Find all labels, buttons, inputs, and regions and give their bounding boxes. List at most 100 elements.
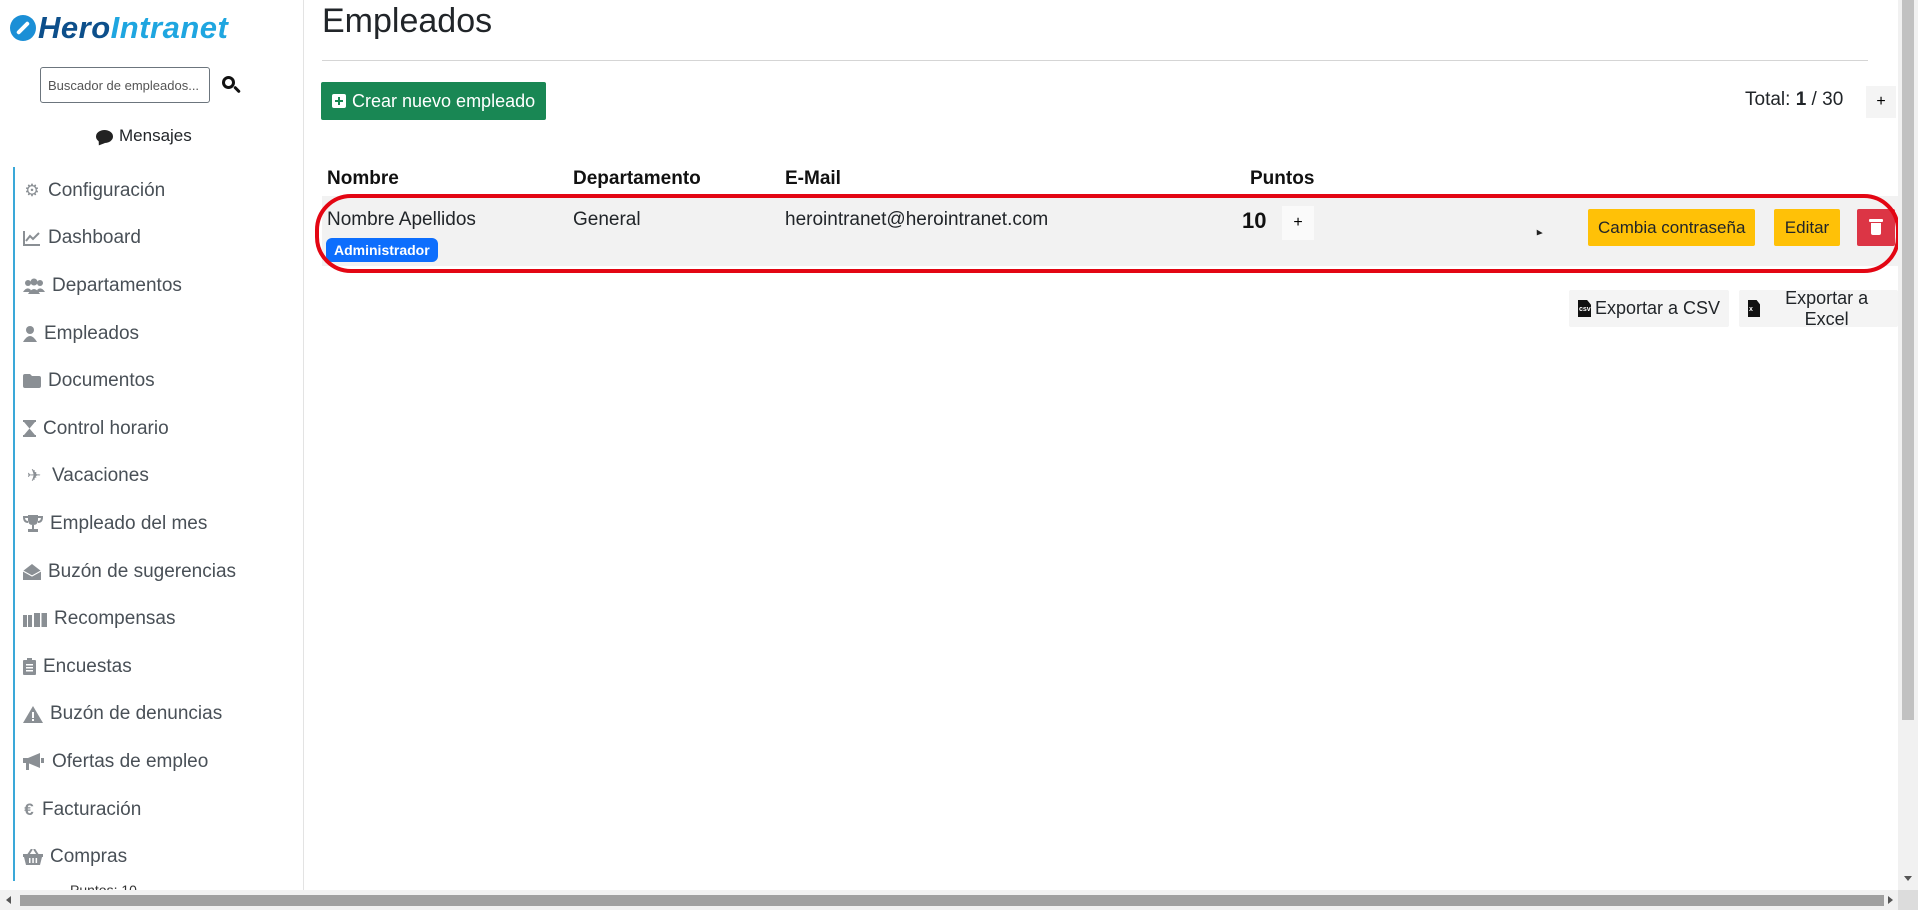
page-title: Empleados xyxy=(322,2,493,40)
title-divider xyxy=(322,60,1868,61)
scroll-down-arrow-icon[interactable] xyxy=(1904,876,1912,881)
increase-limit-button[interactable]: + xyxy=(1866,86,1896,118)
main-content: Empleados Crear nuevo empleado Total: 1 … xyxy=(315,0,1900,890)
horizontal-scrollbar[interactable] xyxy=(0,890,1918,910)
total-max: 30 xyxy=(1822,89,1844,110)
sidebar-item-encuestas[interactable]: Encuestas xyxy=(13,642,303,691)
total-prefix: Total: xyxy=(1745,89,1796,110)
sidebar-item-label: Buzón de denuncias xyxy=(50,703,223,725)
gifts-icon xyxy=(23,610,47,628)
vertical-scrollbar[interactable] xyxy=(1898,0,1918,890)
envelope-open-icon xyxy=(23,563,41,581)
create-employee-label: Crear nuevo empleado xyxy=(352,90,536,111)
logo-text-intranet: Intranet xyxy=(110,10,229,45)
trash-icon xyxy=(1869,219,1883,236)
euro-icon: € xyxy=(24,799,34,819)
hourglass-icon xyxy=(23,420,36,438)
trophy-icon xyxy=(23,515,43,533)
sidebar-item-ofertas-empleo[interactable]: Ofertas de empleo xyxy=(13,738,303,786)
sidebar-item-label: Vacaciones xyxy=(52,465,149,487)
column-header-email[interactable]: E-Mail xyxy=(785,168,841,190)
file-excel-icon: x xyxy=(1748,300,1761,317)
warning-icon xyxy=(23,705,43,723)
export-excel-label: Exportar a Excel xyxy=(1785,287,1869,329)
export-excel-button[interactable]: x Exportar a Excel xyxy=(1739,287,1898,329)
sidebar-item-label: Ofertas de empleo xyxy=(52,750,209,772)
vertical-scroll-thumb[interactable] xyxy=(1902,0,1914,720)
plane-icon: ✈ xyxy=(26,466,42,486)
logo-text-hero: Hero xyxy=(38,10,111,45)
employee-total: Total: 1 / 30 xyxy=(1745,89,1843,111)
gear-icon: ⚙ xyxy=(24,180,40,200)
sidebar-item-buzon-denuncias[interactable]: Buzón de denuncias xyxy=(13,690,303,739)
sidebar-item-label: Configuración xyxy=(48,179,166,201)
sidebar-item-facturacion[interactable]: € Facturación xyxy=(13,785,303,834)
scroll-left-arrow-icon[interactable] xyxy=(6,896,11,904)
sidebar-item-dashboard[interactable]: Dashboard xyxy=(13,214,303,263)
search-icon[interactable] xyxy=(220,74,242,96)
table-row: Nombre Apellidos Administrador General h… xyxy=(322,196,1898,266)
sidebar-item-label: Control horario xyxy=(43,417,169,439)
sidebar-item-empleado-del-mes[interactable]: Empleado del mes xyxy=(13,500,303,548)
column-header-department[interactable]: Departamento xyxy=(573,168,701,190)
change-password-button[interactable]: Cambia contraseña xyxy=(1588,209,1756,246)
column-header-name[interactable]: Nombre xyxy=(327,168,399,190)
employee-email: herointranet@herointranet.com xyxy=(785,209,1049,230)
sidebar-nav: ⚙ Configuración Dashboard Departamentos xyxy=(13,167,303,881)
sidebar-item-label: Departamentos xyxy=(52,274,182,296)
clipboard-list-icon xyxy=(23,658,36,676)
users-icon xyxy=(23,277,45,295)
messages-link[interactable]: Mensajes xyxy=(96,126,192,146)
sidebar-item-label: Empleado del mes xyxy=(50,512,208,534)
horizontal-scroll-thumb[interactable] xyxy=(20,895,1884,906)
sidebar: Hero Intranet Mensajes ⚙ Configuración D… xyxy=(0,0,304,890)
scrollbar-corner xyxy=(1898,890,1918,910)
sidebar-item-vacaciones[interactable]: ✈ Vacaciones xyxy=(13,452,303,501)
sidebar-item-departamentos[interactable]: Departamentos xyxy=(13,262,303,310)
megaphone-icon xyxy=(23,753,45,771)
sidebar-item-label: Buzón de sugerencias xyxy=(48,560,237,582)
add-points-button[interactable]: + xyxy=(1282,206,1314,240)
total-current: 1 xyxy=(1795,89,1807,110)
app-window: Hero Intranet Mensajes ⚙ Configuración D… xyxy=(0,0,1918,910)
brand-logo[interactable]: Hero Intranet xyxy=(10,10,228,46)
sidebar-item-configuracion[interactable]: ⚙ Configuración xyxy=(13,167,303,215)
sidebar-item-label: Recompensas xyxy=(54,608,176,630)
sidebar-item-documentos[interactable]: Documentos xyxy=(13,357,303,405)
folder-icon xyxy=(23,372,41,390)
sidebar-item-empleados[interactable]: Empleados xyxy=(13,309,303,358)
export-csv-button[interactable]: csv Exportar a CSV xyxy=(1569,290,1730,327)
sidebar-item-recompensas[interactable]: Recompensas xyxy=(13,595,303,643)
column-header-points[interactable]: Puntos xyxy=(1250,168,1314,190)
role-badge: Administrador xyxy=(326,238,438,262)
sidebar-item-buzon-sugerencias[interactable]: Buzón de sugerencias xyxy=(13,547,303,596)
sidebar-item-label: Dashboard xyxy=(48,227,141,249)
employee-points: 10 xyxy=(1242,208,1267,233)
sidebar-item-label: Documentos xyxy=(48,370,155,392)
logo-icon xyxy=(10,15,36,41)
sidebar-item-control-horario[interactable]: Control horario xyxy=(13,404,303,453)
plus-square-icon xyxy=(332,94,346,108)
sidebar-item-label: Facturación xyxy=(42,798,142,820)
file-csv-icon: csv xyxy=(1578,300,1591,317)
create-employee-button[interactable]: Crear nuevo empleado xyxy=(321,82,547,120)
chart-line-icon xyxy=(23,229,41,247)
total-separator: / xyxy=(1806,89,1823,110)
sidebar-item-label: Compras xyxy=(50,846,128,868)
employee-search xyxy=(40,67,242,103)
send-message-button[interactable] xyxy=(1534,216,1556,234)
sidebar-item-compras[interactable]: Compras xyxy=(13,833,303,881)
sidebar-overflow-text: Puntos: 10 xyxy=(70,882,137,890)
delete-button[interactable] xyxy=(1857,209,1895,246)
sidebar-item-label: Encuestas xyxy=(43,655,132,677)
employee-name[interactable]: Nombre Apellidos xyxy=(327,209,476,231)
scroll-right-arrow-icon[interactable] xyxy=(1888,896,1893,904)
sidebar-item-label: Empleados xyxy=(44,322,140,344)
edit-button[interactable]: Editar xyxy=(1774,209,1840,246)
basket-icon xyxy=(23,848,43,866)
employee-search-input[interactable] xyxy=(40,67,210,103)
comment-icon xyxy=(96,129,113,143)
employee-department: General xyxy=(573,209,641,230)
user-icon xyxy=(23,325,37,343)
export-csv-label: Exportar a CSV xyxy=(1595,298,1721,318)
